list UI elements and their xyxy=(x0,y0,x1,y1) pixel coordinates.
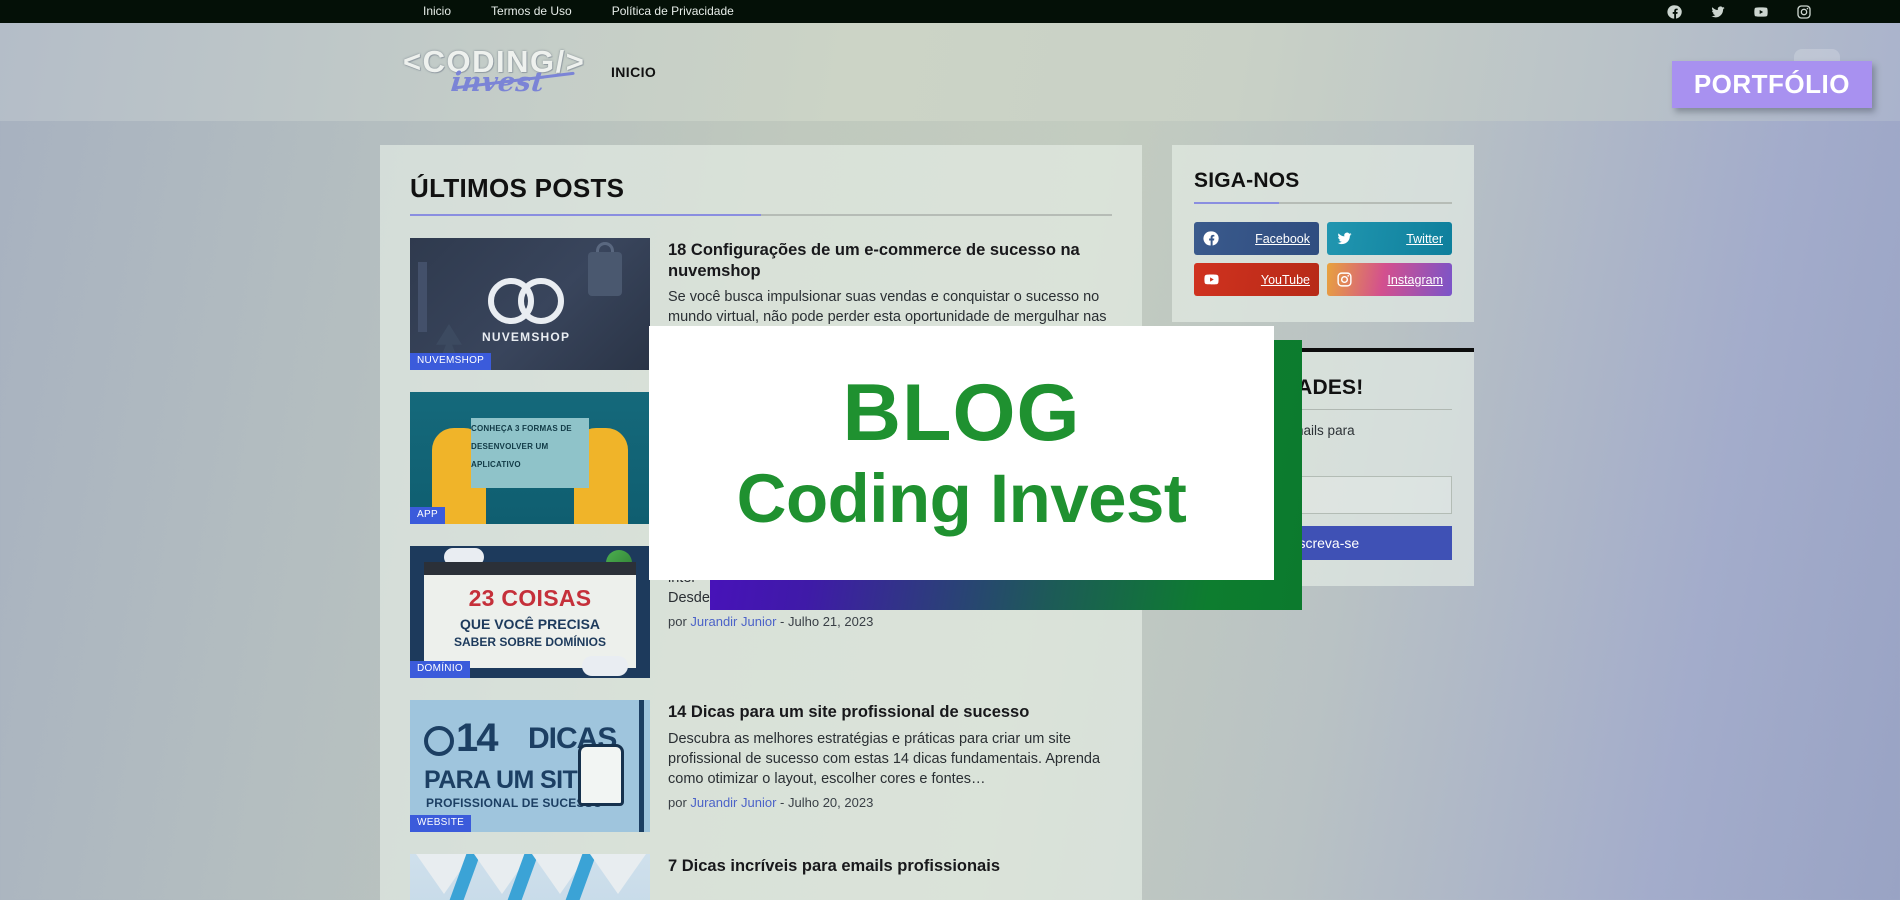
decor-triangle xyxy=(590,854,646,894)
decor-side-bar xyxy=(639,700,644,832)
post-thumbnail[interactable]: 23 COISAS QUE VOCÊ PRECISA SABER SOBRE D… xyxy=(410,546,650,678)
post-body: 7 Dicas incríveis para emails profission… xyxy=(668,854,1112,900)
social-button-twitter[interactable]: Twitter xyxy=(1327,222,1452,255)
post-date: Julho 20, 2023 xyxy=(788,794,874,810)
thumbnail-line-1: CONHEÇA 3 FORMAS DE xyxy=(471,424,572,433)
youtube-icon[interactable] xyxy=(1753,4,1769,20)
decor-shirt xyxy=(588,252,622,296)
post-title[interactable]: 14 Dicas para um site profissional de su… xyxy=(668,702,1112,723)
facebook-icon[interactable] xyxy=(1667,4,1683,20)
post-author[interactable]: Jurandir Junior xyxy=(690,614,776,629)
post-list-item[interactable]: 7 Dicas incríveis para emails profission… xyxy=(410,854,1112,900)
decor-phone: CONHEÇA 3 FORMAS DE DESENVOLVER UM APLIC… xyxy=(471,418,589,488)
thumbnail-line-1: 23 COISAS xyxy=(468,585,592,611)
post-thumbnail[interactable]: 14 DICAS PARA UM SITE PROFISSIONAL DE SU… xyxy=(410,700,650,832)
post-category-badge[interactable]: APP xyxy=(410,507,445,524)
top-nav-item-inicio[interactable]: Inicio xyxy=(403,0,471,23)
twitter-icon[interactable] xyxy=(1710,4,1726,20)
social-button-youtube[interactable]: YouTube xyxy=(1194,263,1319,296)
widget-divider xyxy=(1194,202,1452,204)
post-category-badge[interactable]: DOMÍNIO xyxy=(410,661,470,678)
thumbnail-number: 14 xyxy=(456,716,498,760)
thumbnail-line-2: PARA UM SITE xyxy=(424,766,594,794)
instagram-icon[interactable] xyxy=(1796,4,1812,20)
post-thumbnail[interactable] xyxy=(410,854,650,900)
social-button-label: YouTube xyxy=(1260,272,1310,287)
site-header: <CODING/> invest INICIO PORTFÓLIO xyxy=(0,23,1900,121)
thumbnail-brand-label: NUVEMSHOP xyxy=(482,330,571,344)
post-excerpt: Descubra as melhores estratégias e práti… xyxy=(668,730,1101,787)
thumbnail-line-3: SABER SOBRE DOMÍNIOS xyxy=(453,635,606,649)
portfolio-button[interactable]: PORTFÓLIO xyxy=(1671,61,1872,108)
decor-globe-icon xyxy=(424,726,454,756)
thumbnail-line-2: DESENVOLVER UM APLICATIVO xyxy=(471,442,549,469)
section-divider xyxy=(410,214,1112,216)
nuvemshop-logo-icon-2 xyxy=(518,278,564,324)
post-meta-prefix: por xyxy=(668,794,687,810)
decor-browser-window: 23 COISAS QUE VOCÊ PRECISA SABER SOBRE D… xyxy=(424,562,636,668)
post-meta: por Jurandir Junior - Julho 20, 2023 xyxy=(668,795,1112,810)
top-social-links xyxy=(1667,4,1872,20)
social-button-label: Twitter xyxy=(1406,231,1443,246)
post-title[interactable]: 7 Dicas incríveis para emails profission… xyxy=(668,856,1112,877)
instagram-icon xyxy=(1336,271,1353,288)
logo-bottom-text: invest xyxy=(449,67,547,98)
post-date: Julho 21, 2023 xyxy=(788,614,874,629)
top-utility-bar: Inicio Termos de Uso Política de Privaci… xyxy=(0,0,1900,23)
post-meta-prefix: por xyxy=(668,614,687,629)
youtube-icon xyxy=(1203,271,1220,288)
post-author[interactable]: Jurandir Junior xyxy=(690,795,776,810)
follow-us-title: SIGA-NOS xyxy=(1194,169,1300,192)
social-button-label: Facebook xyxy=(1255,231,1310,246)
site-logo[interactable]: <CODING/> invest xyxy=(403,44,584,100)
follow-us-widget: SIGA-NOS Facebook Twitter YouTube Instag… xyxy=(1172,145,1474,322)
post-list-item[interactable]: 14 DICAS PARA UM SITE PROFISSIONAL DE SU… xyxy=(410,700,1112,832)
social-button-label: Instagram xyxy=(1387,272,1443,287)
page-title: ÚLTIMOS POSTS xyxy=(410,173,625,203)
social-button-facebook[interactable]: Facebook xyxy=(1194,222,1319,255)
thumbnail-line-3: PROFISSIONAL DE SUCESSO xyxy=(426,796,603,810)
post-category-badge[interactable]: WEBSITE xyxy=(410,815,472,832)
nav-item-inicio[interactable]: INICIO xyxy=(611,64,656,80)
decor-cloud-2 xyxy=(582,656,628,676)
post-meta-sep: - xyxy=(780,614,785,629)
brand-area: <CODING/> invest INICIO xyxy=(403,44,656,100)
post-title[interactable]: 18 Configurações de um e-commerce de suc… xyxy=(668,240,1112,281)
thumbnail-line-2: QUE VOCÊ PRECISA xyxy=(459,616,601,632)
top-nav-item-termos[interactable]: Termos de Uso xyxy=(471,0,592,23)
decor-window-bar xyxy=(424,562,636,575)
overlay-line-2: Coding Invest xyxy=(736,460,1187,537)
post-thumbnail[interactable]: NUVEMSHOP NUVEMSHOP xyxy=(410,238,650,370)
social-buttons-grid: Facebook Twitter YouTube Instagram xyxy=(1194,222,1452,296)
social-button-instagram[interactable]: Instagram xyxy=(1327,263,1452,296)
post-body: 14 Dicas para um site profissional de su… xyxy=(668,700,1112,832)
post-meta-sep: - xyxy=(780,794,785,810)
top-nav-item-privacidade[interactable]: Política de Privacidade xyxy=(592,0,754,23)
decor-cursor-hand xyxy=(578,744,624,806)
twitter-icon xyxy=(1336,230,1353,247)
top-nav: Inicio Termos de Uso Política de Privaci… xyxy=(403,0,754,23)
decor-lamp xyxy=(418,262,427,332)
post-meta: por Jurandir Junior - Julho 21, 2023 xyxy=(668,614,1112,629)
facebook-icon xyxy=(1203,230,1220,247)
post-thumbnail[interactable]: CONHEÇA 3 FORMAS DE DESENVOLVER UM APLIC… xyxy=(410,392,650,524)
blog-title-overlay: BLOG Coding Invest xyxy=(649,326,1274,580)
post-category-badge[interactable]: NUVEMSHOP xyxy=(410,353,492,370)
overlay-line-1: BLOG xyxy=(842,368,1081,458)
